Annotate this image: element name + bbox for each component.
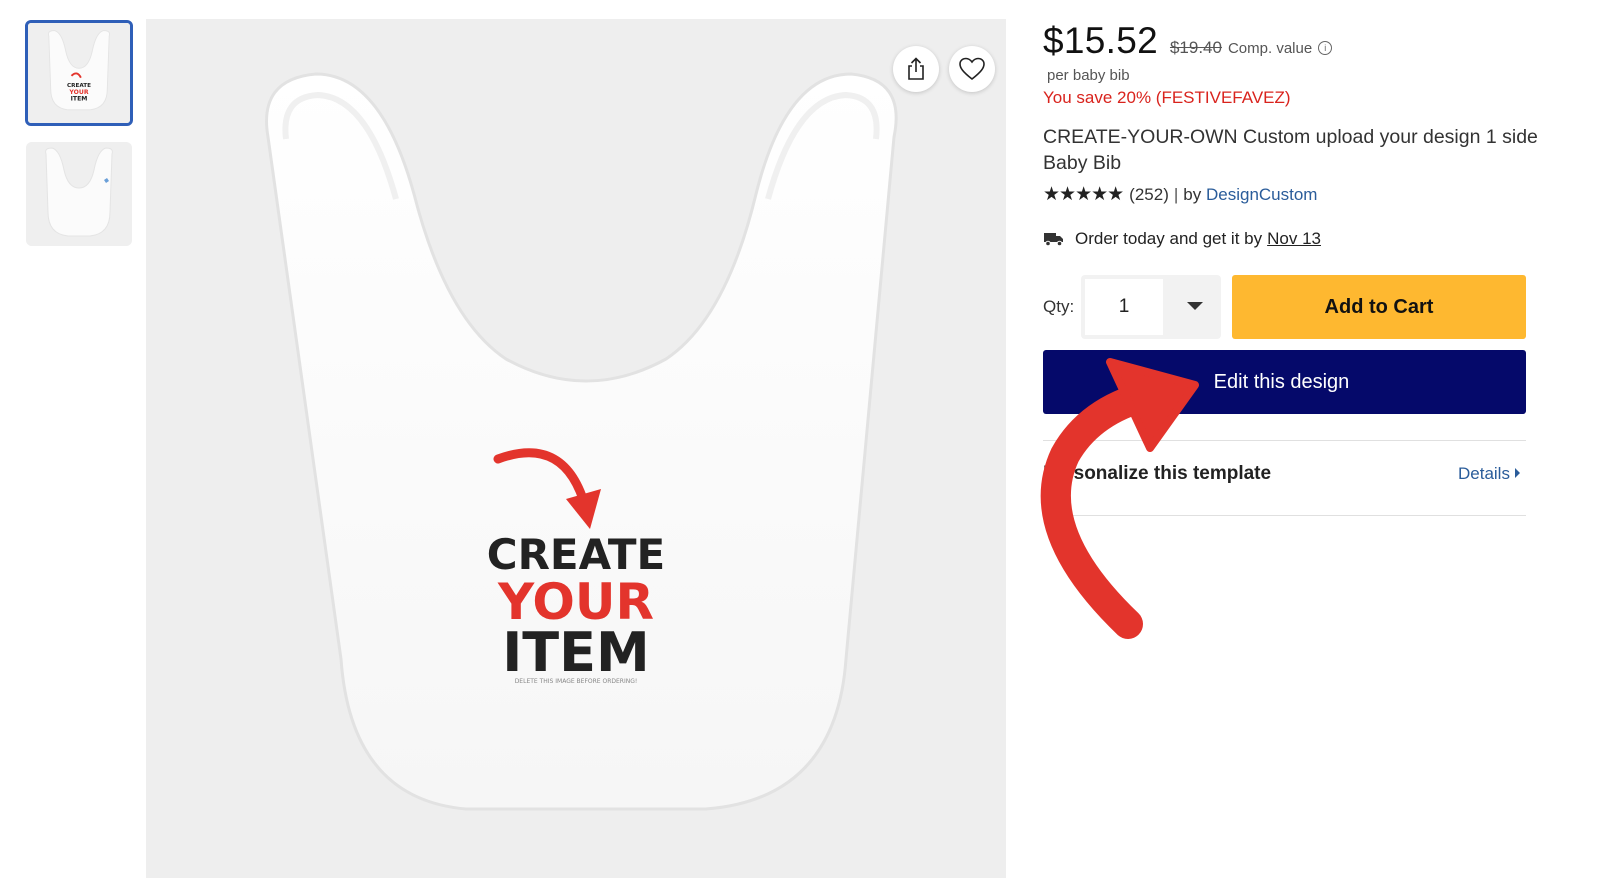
details-link[interactable]: Details [1458, 464, 1520, 484]
heart-icon [959, 57, 985, 81]
quantity-input[interactable] [1085, 279, 1163, 335]
baby-bib-image: CREATE YOUR ITEM DELETE THIS IMAGE BEFOR… [146, 19, 1006, 878]
edit-design-button[interactable]: Edit this design [1043, 350, 1526, 414]
delivery-text: Order today and get it by [1075, 229, 1263, 248]
designer-link[interactable]: DesignCustom [1206, 185, 1318, 205]
caret-right-icon [1514, 468, 1520, 478]
truck-icon [1044, 233, 1063, 247]
thumbnail-front-image: CREATE YOUR ITEM [28, 23, 130, 123]
divider-bottom [1043, 515, 1526, 516]
divider-top [1043, 440, 1526, 441]
artwork-fine-print: DELETE THIS IMAGE BEFORE ORDERING! [515, 678, 638, 685]
thumbnail-front[interactable]: CREATE YOUR ITEM [25, 20, 133, 126]
price-unit: per baby bib [1047, 67, 1130, 84]
chevron-down-icon[interactable] [1187, 302, 1203, 310]
by-label: by [1183, 184, 1202, 204]
savings-text: You save 20% (FESTIVEFAVEZ) [1043, 88, 1291, 107]
delivery-info: Order today and get it by Nov 13 [1043, 229, 1321, 249]
original-price: $19.40 [1169, 38, 1222, 57]
share-button[interactable] [893, 46, 939, 92]
rating-row: ★★★★★ (252) | by DesignCustom [1043, 183, 1317, 206]
thumbnail-back-image [26, 142, 132, 246]
details-link-label: Details [1458, 464, 1510, 483]
delivery-date-link[interactable]: Nov 13 [1267, 229, 1321, 249]
favorite-button[interactable] [949, 46, 995, 92]
rating-count[interactable]: (252) [1129, 185, 1169, 205]
svg-text:ITEM: ITEM [71, 95, 88, 102]
price-row: $15.52 $19.40 Comp. value i [1043, 20, 1333, 62]
share-icon [908, 57, 924, 80]
thumbnail-back[interactable] [26, 142, 132, 246]
add-to-cart-button[interactable]: Add to Cart [1232, 275, 1526, 339]
product-title: CREATE-YOUR-OWN Custom upload your desig… [1043, 126, 1538, 174]
current-price: $15.52 [1043, 20, 1158, 61]
personalize-heading: Personalize this template [1043, 463, 1272, 484]
quantity-selector[interactable] [1081, 275, 1221, 339]
main-product-image: CREATE YOUR ITEM DELETE THIS IMAGE BEFOR… [146, 19, 1006, 878]
artwork-line-3: ITEM [502, 621, 650, 684]
info-icon[interactable]: i [1318, 41, 1333, 55]
qty-label: Qty: [1043, 297, 1075, 316]
artwork-line-1: CREATE [487, 530, 665, 579]
rating-stars[interactable]: ★★★★★ [1043, 183, 1124, 206]
comp-value-label: Comp. value [1227, 40, 1313, 57]
rating-separator: | [1173, 184, 1179, 204]
